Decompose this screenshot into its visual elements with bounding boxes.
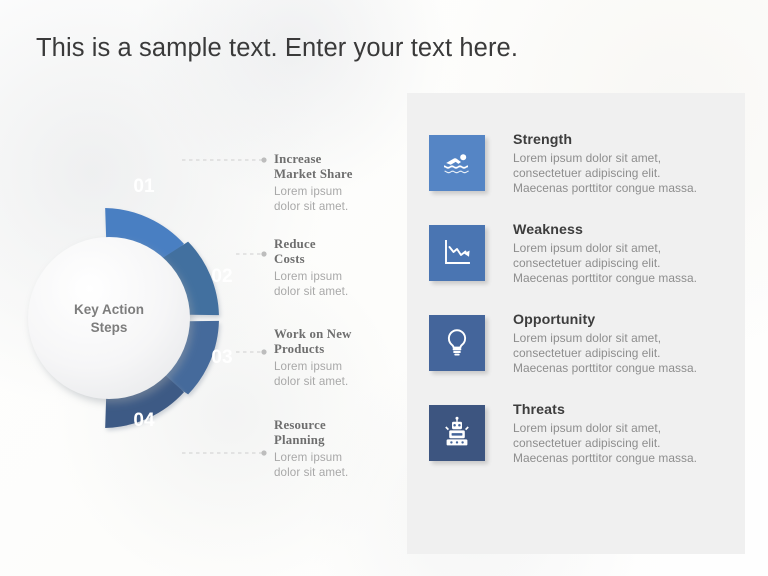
swot-title-strength: Strength (513, 132, 573, 148)
swot-panel: Strength Lorem ipsum dolor sit amet, con… (407, 93, 745, 554)
step-label-4-desc-line2: dolor sit amet. (274, 466, 349, 479)
connector-dot-4 (261, 450, 267, 456)
swot-desc-opportunity-line3: Maecenas porttitor congue massa. (513, 361, 698, 376)
step-label-1-title-line1: Increase (274, 152, 322, 166)
swot-text-strength: Strength Lorem ipsum dolor sit amet, con… (513, 132, 753, 196)
step-label-3-title-line1: Work on New (274, 327, 352, 341)
swot-row-weakness[interactable]: Weakness Lorem ipsum dolor sit amet, con… (429, 222, 729, 297)
swot-text-threats: Threats Lorem ipsum dolor sit amet, cons… (513, 402, 753, 466)
step-label-4-title: Resource Planning (274, 418, 399, 447)
step-label-4-title-line2: Planning (274, 432, 325, 447)
donut-hub-circle (28, 237, 190, 399)
step-label-2-title: Reduce Costs (274, 237, 399, 266)
step-label-4[interactable]: Resource Planning Lorem ipsum dolor sit … (274, 418, 399, 480)
swot-tile-threats[interactable] (429, 405, 485, 461)
swot-desc-opportunity-line1: Lorem ipsum dolor sit amet, (513, 331, 662, 345)
swot-desc-threats-line1: Lorem ipsum dolor sit amet, (513, 421, 662, 435)
swot-row-opportunity[interactable]: Opportunity Lorem ipsum dolor sit amet, … (429, 312, 729, 387)
donut-segment-02-number: 02 (211, 266, 232, 287)
step-label-1-title: Increase Market Share (274, 152, 399, 181)
swot-tile-strength[interactable] (429, 135, 485, 191)
step-label-3[interactable]: Work on New Products Lorem ipsum dolor s… (274, 327, 404, 389)
connector-dots (261, 157, 267, 456)
connector-dot-1 (261, 157, 267, 163)
swot-row-strength[interactable]: Strength Lorem ipsum dolor sit amet, con… (429, 132, 729, 207)
key-action-steps-donut: 01 02 03 04 Key Action Steps Increase Ma… (0, 130, 400, 480)
step-label-2-desc-line2: dolor sit amet. (274, 285, 349, 298)
donut-hub-label-line2: Steps (91, 320, 128, 335)
swot-desc-threats: Lorem ipsum dolor sit amet, consectetuer… (513, 421, 753, 466)
donut-segment-03-number: 03 (211, 347, 232, 368)
step-label-3-desc-line1: Lorem ipsum (274, 360, 343, 373)
step-label-1-desc: Lorem ipsum dolor sit amet. (274, 184, 399, 214)
step-label-2-title-line1: Reduce (274, 237, 316, 251)
swot-title-weakness: Weakness (513, 222, 583, 238)
step-label-2-desc-line1: Lorem ipsum (274, 270, 343, 283)
swot-desc-weakness-line3: Maecenas porttitor congue massa. (513, 271, 698, 286)
connector-dot-2 (261, 251, 267, 257)
swot-desc-strength-line1: Lorem ipsum dolor sit amet, (513, 151, 662, 165)
swimmer-icon (444, 154, 469, 174)
declining-chart-icon (445, 240, 470, 264)
step-label-3-title: Work on New Products (274, 327, 404, 356)
swot-desc-strength-line3: Maecenas porttitor congue massa. (513, 181, 698, 196)
page-title: This is a sample text. Enter your text h… (36, 34, 519, 62)
swot-desc-strength-line2: consectetuer adipiscing elit. (513, 166, 661, 181)
step-label-4-desc: Lorem ipsum dolor sit amet. (274, 450, 399, 480)
swot-row-threats[interactable]: Threats Lorem ipsum dolor sit amet, cons… (429, 402, 729, 477)
step-label-1[interactable]: Increase Market Share Lorem ipsum dolor … (274, 152, 399, 214)
donut-segment-01-number: 01 (133, 176, 155, 197)
swot-desc-threats-line2: consectetuer adipiscing elit. (513, 436, 661, 451)
swot-title-opportunity: Opportunity (513, 312, 596, 328)
slide-canvas: This is a sample text. Enter your text h… (0, 0, 768, 576)
swot-tile-weakness[interactable] (429, 225, 485, 281)
step-label-1-desc-line1: Lorem ipsum (274, 185, 343, 198)
swot-desc-weakness-line1: Lorem ipsum dolor sit amet, (513, 241, 662, 255)
swot-desc-opportunity-line2: consectetuer adipiscing elit. (513, 346, 661, 361)
step-label-2[interactable]: Reduce Costs Lorem ipsum dolor sit amet. (274, 237, 399, 299)
lightbulb-icon (447, 329, 467, 356)
step-label-1-desc-line2: dolor sit amet. (274, 200, 349, 213)
donut-hub-label-line1: Key Action (74, 302, 144, 317)
step-label-2-title-line2: Costs (274, 251, 305, 266)
connector-dot-3 (261, 349, 267, 355)
swot-title-threats: Threats (513, 402, 565, 418)
swot-tile-opportunity[interactable] (429, 315, 485, 371)
swot-desc-weakness-line2: consectetuer adipiscing elit. (513, 256, 661, 271)
step-label-3-desc-line2: dolor sit amet. (274, 375, 349, 388)
swot-desc-opportunity: Lorem ipsum dolor sit amet, consectetuer… (513, 331, 753, 376)
step-label-1-title-line2: Market Share (274, 166, 353, 181)
step-label-4-title-line1: Resource (274, 418, 326, 432)
swot-desc-strength: Lorem ipsum dolor sit amet, consectetuer… (513, 151, 753, 196)
donut-hub: Key Action Steps (28, 237, 190, 399)
step-label-3-desc: Lorem ipsum dolor sit amet. (274, 359, 404, 389)
swot-text-opportunity: Opportunity Lorem ipsum dolor sit amet, … (513, 312, 753, 376)
donut-segment-04-number: 04 (133, 410, 155, 431)
step-label-4-desc-line1: Lorem ipsum (274, 451, 343, 464)
step-label-2-desc: Lorem ipsum dolor sit amet. (274, 269, 399, 299)
swot-text-weakness: Weakness Lorem ipsum dolor sit amet, con… (513, 222, 753, 286)
swot-desc-weakness: Lorem ipsum dolor sit amet, consectetuer… (513, 241, 753, 286)
step-label-3-title-line2: Products (274, 341, 325, 356)
swot-desc-threats-line3: Maecenas porttitor congue massa. (513, 451, 698, 466)
robot-icon (445, 416, 469, 446)
